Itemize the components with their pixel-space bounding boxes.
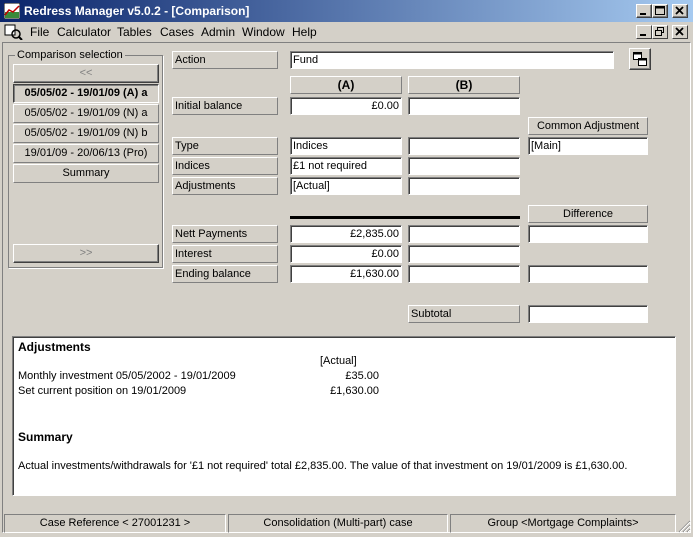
restore-icon (655, 27, 664, 36)
report-adjustments-heading: Adjustments (18, 340, 91, 354)
type-a-field[interactable]: Indices (290, 137, 402, 155)
initial-balance-a-field[interactable]: £0.00 (290, 97, 402, 115)
nett-payments-a-field[interactable]: £2,835.00 (290, 225, 402, 243)
adjustments-b-field[interactable] (408, 177, 520, 195)
title-bar[interactable]: Redress Manager v5.0.2 - [Comparison] (0, 0, 693, 22)
close-icon (675, 27, 684, 36)
difference-header: Difference (528, 205, 648, 223)
copy-button[interactable] (629, 48, 651, 70)
resize-grip-icon[interactable] (677, 519, 691, 533)
indices-a-field[interactable]: £1 not required (290, 157, 402, 175)
interest-label: Interest (172, 245, 278, 263)
nett-payments-b-field[interactable] (408, 225, 520, 243)
adjustments-label: Adjustments (172, 177, 278, 195)
action-label: Action (172, 51, 278, 69)
document-app-icon[interactable] (4, 24, 24, 40)
type-b-field[interactable] (408, 137, 520, 155)
menu-tables[interactable]: Tables (117, 25, 152, 39)
menu-calculator[interactable]: Calculator (57, 25, 111, 39)
comparison-item-a[interactable]: 05/05/02 - 19/01/09 (A) a (13, 84, 159, 103)
status-consolidation: Consolidation (Multi-part) case (228, 514, 448, 533)
comparison-item-n-b[interactable]: 05/05/02 - 19/01/09 (N) b (13, 124, 159, 143)
nett-payments-label: Nett Payments (172, 225, 278, 243)
comparison-item-n-a[interactable]: 05/05/02 - 19/01/09 (N) a (13, 104, 159, 123)
ending-balance-b-field[interactable] (408, 265, 520, 283)
maximize-button[interactable] (652, 4, 668, 18)
report-panel[interactable]: Adjustments [Actual] Monthly investment … (12, 336, 676, 496)
window-title: Redress Manager v5.0.2 - [Comparison] (24, 4, 250, 18)
column-b-header: (B) (408, 76, 520, 94)
status-group: Group <Mortgage Complaints> (450, 514, 676, 533)
indices-b-field[interactable] (408, 157, 520, 175)
total-divider (290, 216, 520, 219)
interest-b-field[interactable] (408, 245, 520, 263)
common-adjustment-header: Common Adjustment (528, 117, 648, 135)
nett-payments-difference-field[interactable] (528, 225, 648, 243)
scroll-down-button[interactable]: >> (13, 244, 159, 263)
subtotal-label: Subtotal (408, 305, 520, 323)
adjustments-a-field[interactable]: [Actual] (290, 177, 402, 195)
report-row-label: Set current position on 19/01/2009 (18, 385, 187, 397)
subtotal-field[interactable] (528, 305, 648, 323)
report-row-value: £1,630.00 (330, 385, 379, 397)
report-row-label: Monthly investment 05/05/2002 - 19/01/20… (18, 370, 236, 382)
report-actual-column: [Actual] (320, 355, 357, 367)
report-summary-heading: Summary (18, 430, 73, 444)
column-a-header: (A) (290, 76, 402, 94)
close-icon (675, 6, 684, 15)
menu-help[interactable]: Help (292, 25, 317, 39)
windows-icon (633, 52, 647, 66)
menu-window[interactable]: Window (242, 25, 285, 39)
app-chart-icon[interactable] (4, 3, 20, 19)
type-label: Type (172, 137, 278, 155)
status-case-reference: Case Reference < 27001231 > (4, 514, 226, 533)
comparison-item-summary[interactable]: Summary (13, 164, 159, 183)
comparison-selection-title: Comparison selection (15, 49, 125, 61)
menu-cases[interactable]: Cases (160, 25, 194, 39)
report-summary-text: Actual investments/withdrawals for '£1 n… (18, 460, 628, 472)
menu-bar: File Calculator Tables Cases Admin Windo… (0, 22, 693, 42)
menu-admin[interactable]: Admin (201, 25, 235, 39)
ending-balance-label: Ending balance (172, 265, 278, 283)
close-button[interactable] (672, 4, 688, 18)
report-row-value: £35.00 (345, 370, 379, 382)
common-adjustment-field[interactable]: [Main] (528, 137, 648, 155)
initial-balance-b-field[interactable] (408, 97, 520, 115)
mdi-minimize-button[interactable] (636, 25, 652, 39)
ending-balance-a-field[interactable]: £1,630.00 (290, 265, 402, 283)
comparison-item-pro[interactable]: 19/01/09 - 20/06/13 (Pro) (13, 144, 159, 163)
action-field[interactable]: Fund (290, 51, 614, 69)
indices-label: Indices (172, 157, 278, 175)
interest-a-field[interactable]: £0.00 (290, 245, 402, 263)
minimize-icon (640, 13, 646, 15)
initial-balance-label: Initial balance (172, 97, 278, 115)
minimize-icon (640, 34, 646, 36)
menu-file[interactable]: File (30, 25, 49, 39)
maximize-icon (655, 6, 665, 15)
ending-balance-difference-field[interactable] (528, 265, 648, 283)
mdi-close-button[interactable] (672, 25, 688, 39)
mdi-restore-button[interactable] (652, 25, 668, 39)
scroll-up-button[interactable]: << (13, 64, 159, 83)
minimize-button[interactable] (636, 4, 652, 18)
